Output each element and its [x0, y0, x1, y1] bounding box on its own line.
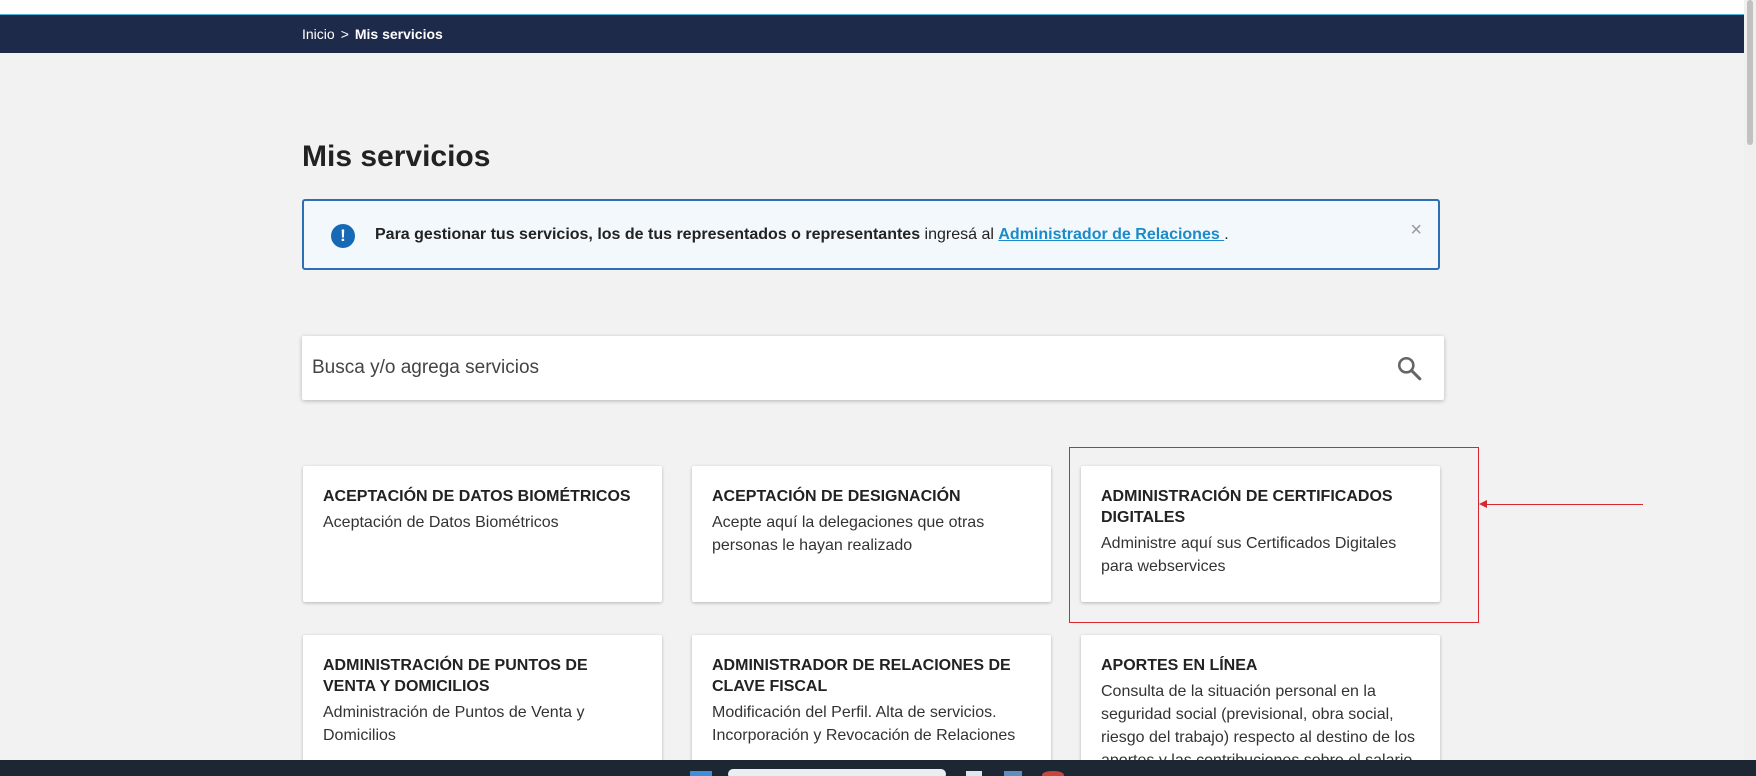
card-title: APORTES EN LÍNEA — [1101, 657, 1258, 674]
breadcrumb-home-link[interactable]: Inicio — [302, 26, 335, 42]
alert-bold-text: Para gestionar tus servicios, los de tus… — [375, 226, 921, 243]
card-title: ADMINISTRADOR DE RELACIONES DE CLAVE FIS… — [712, 657, 1011, 695]
page-title: Mis servicios — [302, 140, 491, 173]
search-icon[interactable] — [1396, 355, 1422, 381]
os-taskbar — [0, 760, 1756, 776]
search-input[interactable] — [312, 336, 1362, 400]
card-description: Consulta de la situación personal en la … — [1101, 683, 1415, 769]
service-card-aceptacion-designacion[interactable]: ACEPTACIÓN DE DESIGNACIÓN Acepte aquí la… — [692, 466, 1051, 602]
info-alert: ! Para gestionar tus servicios, los de t… — [302, 199, 1440, 270]
card-description: Administración de Puntos de Venta y Domi… — [323, 704, 585, 744]
service-card-aportes-en-linea[interactable]: APORTES EN LÍNEA Consulta de la situació… — [1081, 635, 1440, 771]
alert-suffix: . — [1224, 226, 1229, 243]
taskbar-app-icon[interactable] — [966, 771, 982, 776]
administrador-relaciones-link[interactable]: Administrador de Relaciones — [998, 226, 1224, 243]
card-description: Modificación del Perfil. Alta de servici… — [712, 704, 1016, 744]
service-card-administrador-relaciones[interactable]: ADMINISTRADOR DE RELACIONES DE CLAVE FIS… — [692, 635, 1051, 771]
alert-normal-text: ingresá al — [920, 226, 999, 243]
card-description: Aceptación de Datos Biométricos — [323, 514, 559, 531]
annotation-arrow-line — [1485, 504, 1643, 505]
breadcrumb: Inicio > Mis servicios — [302, 26, 443, 42]
card-description: Acepte aquí la delegaciones que otras pe… — [712, 514, 985, 554]
card-title: ACEPTACIÓN DE DESIGNACIÓN — [712, 488, 961, 505]
breadcrumb-separator: > — [340, 26, 349, 42]
breadcrumb-current: Mis servicios — [354, 26, 443, 42]
navbar: Inicio > Mis servicios — [0, 15, 1744, 53]
annotation-arrow-head-icon — [1479, 500, 1487, 508]
service-card-administracion-puntos-venta[interactable]: ADMINISTRACIÓN DE PUNTOS DE VENTA Y DOMI… — [303, 635, 662, 771]
service-card-aceptacion-datos-biometricos[interactable]: ACEPTACIÓN DE DATOS BIOMÉTRICOS Aceptaci… — [303, 466, 662, 602]
scrollbar-thumb[interactable] — [1747, 0, 1753, 145]
page-scrollbar[interactable] — [1744, 0, 1756, 760]
exclamation-icon: ! — [331, 224, 355, 248]
top-accent-bar — [0, 0, 1744, 16]
taskbar-app-icon[interactable] — [1004, 771, 1022, 776]
card-title: ACEPTACIÓN DE DATOS BIOMÉTRICOS — [323, 488, 631, 505]
taskbar-browser-icon[interactable] — [1042, 771, 1064, 776]
windows-start-icon[interactable] — [690, 771, 712, 776]
alert-message: Para gestionar tus servicios, los de tus… — [375, 226, 1229, 244]
search-box — [302, 336, 1444, 400]
close-icon[interactable]: × — [1410, 219, 1422, 242]
card-title: ADMINISTRACIÓN DE PUNTOS DE VENTA Y DOMI… — [323, 657, 588, 695]
taskbar-search-box[interactable] — [728, 769, 946, 776]
annotation-highlight-box — [1069, 447, 1479, 623]
